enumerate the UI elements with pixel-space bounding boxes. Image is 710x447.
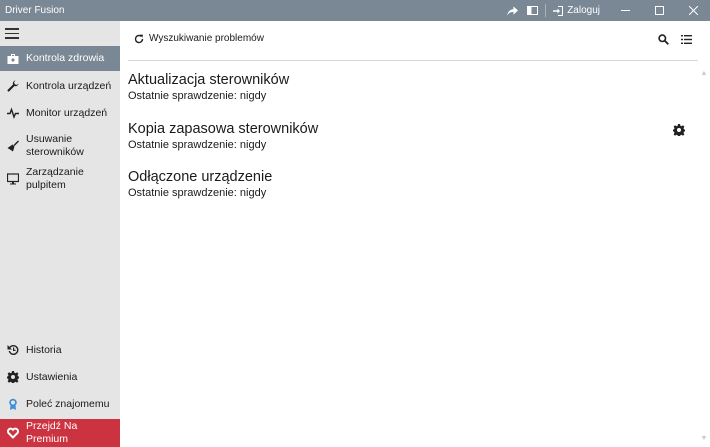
sidebar-item-label: Kontrola urządzeń [26, 79, 112, 92]
scan-problems-button[interactable]: Wyszukiwanie problemów [134, 33, 264, 44]
main-content: Wyszukiwanie problemów Aktualizacja ster… [120, 21, 710, 447]
sidebar-item-device-monitor[interactable]: Monitor urządzeń [0, 101, 120, 125]
section-subtitle: Ostatnie sprawdzenie: nigdy [128, 90, 267, 102]
scroll-down-arrow-icon[interactable]: ▼ [700, 435, 708, 443]
gear-icon [0, 371, 26, 383]
sidebar-item-refer-friend[interactable]: Poleć znajomemu [0, 391, 120, 417]
driver-update-section[interactable]: Aktualizacja sterowników Ostatnie sprawd… [128, 71, 289, 103]
broom-icon [0, 140, 26, 152]
sidebar-item-health-check[interactable]: Kontrola zdrowia [0, 46, 120, 71]
backup-settings-gear-icon[interactable] [673, 124, 685, 136]
hamburger-menu-icon[interactable] [5, 28, 19, 39]
app-title: Driver Fusion [5, 5, 65, 16]
briefcase-icon [0, 53, 26, 65]
sidebar-item-label: Poleć znajomemu [26, 397, 110, 410]
sidebar-item-label: Przejdź Na Premium [26, 420, 78, 445]
login-label: Zaloguj [567, 5, 600, 16]
title-bar-separator [545, 4, 547, 17]
monitor-icon [0, 173, 26, 185]
toolbar-divider [128, 60, 698, 61]
minimize-button[interactable] [608, 0, 642, 21]
list-menu-icon[interactable] [681, 34, 692, 45]
section-title: Kopia zapasowa sterowników [128, 121, 319, 137]
title-bar: Driver Fusion Zaloguj [0, 0, 710, 21]
maximize-icon [654, 6, 664, 15]
wrench-icon [0, 80, 26, 92]
sidebar-item-label: Kontrola zdrowia [26, 52, 105, 64]
share-icon[interactable] [502, 0, 522, 21]
refresh-icon [134, 34, 144, 43]
sidebar-item-label: Usuwanie sterowników [26, 133, 84, 158]
search-icon[interactable] [658, 34, 669, 45]
login-button[interactable]: Zaloguj [549, 0, 608, 21]
scroll-up-arrow-icon[interactable]: ▲ [700, 70, 708, 78]
section-subtitle: Ostatnie sprawdzenie: nigdy [128, 187, 267, 199]
close-button[interactable] [676, 0, 710, 21]
section-subtitle: Ostatnie sprawdzenie: nigdy [128, 139, 267, 151]
section-title: Odłączone urządzenie [128, 169, 273, 185]
scan-problems-label: Wyszukiwanie problemów [149, 33, 264, 44]
sidebar-item-label: Monitor urządzeń [26, 106, 108, 119]
sidebar-item-label: Zarządzanie pulpitem [26, 166, 84, 191]
layout-toggle-icon[interactable] [522, 0, 542, 21]
award-icon [0, 398, 26, 410]
sidebar: Kontrola zdrowia Kontrola urządzeń Monit… [0, 21, 120, 447]
login-icon [553, 5, 564, 16]
sidebar-item-device-check[interactable]: Kontrola urządzeń [0, 74, 120, 98]
go-premium-button[interactable]: Przejdź Na Premium [0, 419, 120, 447]
maximize-button[interactable] [642, 0, 676, 21]
sidebar-item-label: Historia [26, 343, 62, 356]
disconnected-device-section[interactable]: Odłączone urządzenie Ostatnie sprawdzeni… [128, 168, 272, 200]
toolbar: Wyszukiwanie problemów [120, 21, 698, 61]
section-title: Aktualizacja sterowników [128, 72, 290, 88]
sidebar-item-driver-removal[interactable]: Usuwanie sterowników [0, 131, 120, 161]
sidebar-item-desktop-management[interactable]: Zarządzanie pulpitem [0, 164, 120, 194]
history-icon [0, 344, 26, 356]
heart-icon [0, 427, 26, 439]
sidebar-item-label: Ustawienia [26, 370, 78, 383]
sidebar-item-history[interactable]: Historia [0, 338, 120, 362]
driver-backup-section[interactable]: Kopia zapasowa sterowników Ostatnie spra… [128, 120, 318, 152]
vertical-scrollbar[interactable]: ▲ ▼ [698, 66, 710, 447]
pulse-icon [0, 107, 26, 119]
close-icon [688, 6, 698, 15]
minimize-icon [620, 10, 630, 11]
sidebar-item-settings[interactable]: Ustawienia [0, 365, 120, 389]
